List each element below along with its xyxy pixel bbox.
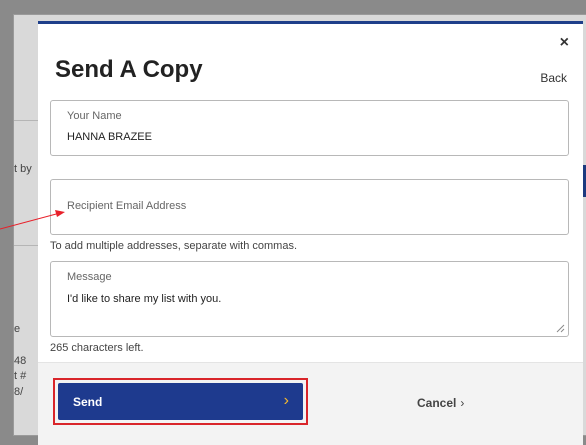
annotation-arrow-icon (0, 210, 65, 230)
